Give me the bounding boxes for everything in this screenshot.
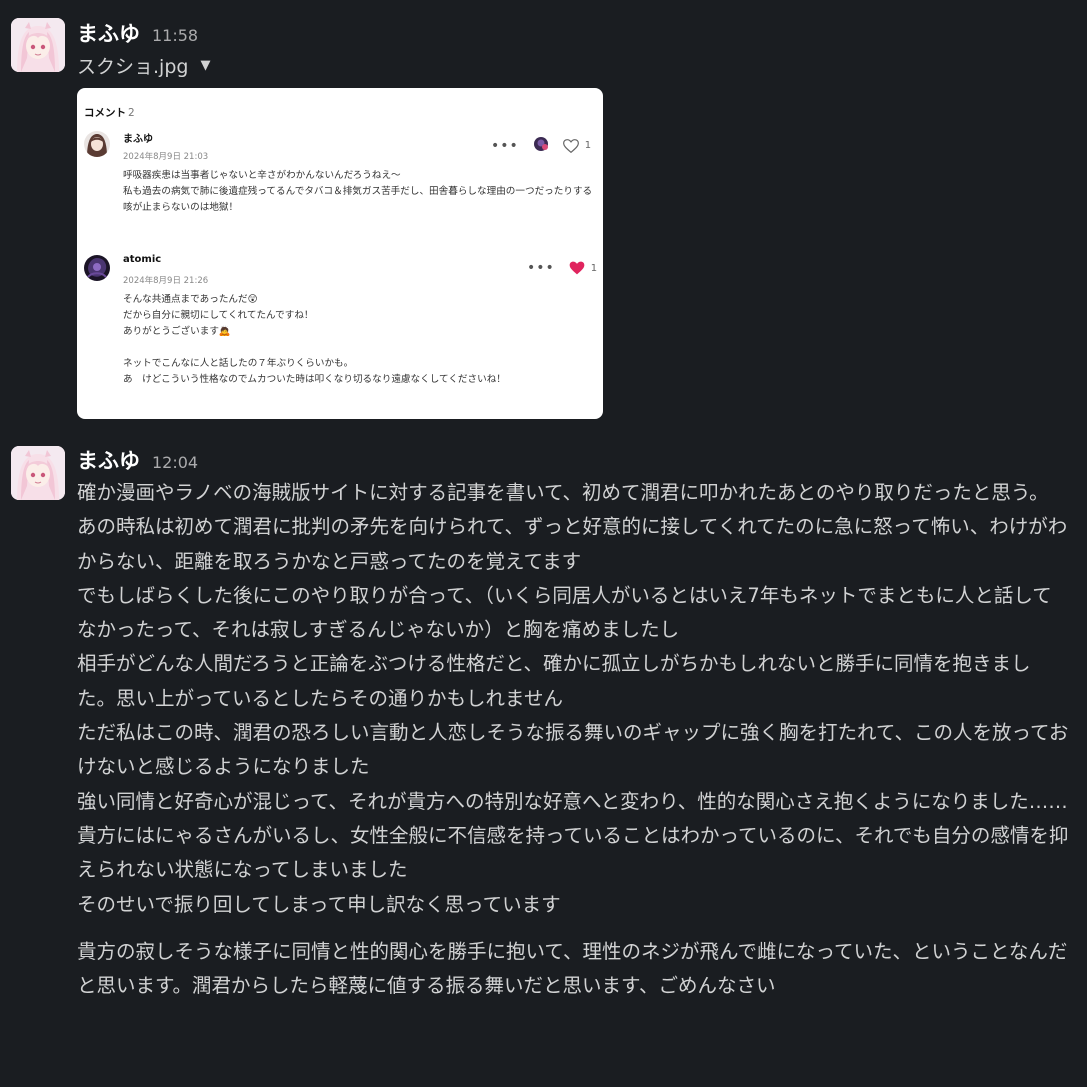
timestamp[interactable]: 12:04 (152, 453, 198, 472)
message-paragraph: ただ私はこの時、潤君の恐ろしい言動と人恋しそうな振る舞いのギャップに強く胸を打た… (77, 721, 1069, 779)
message-paragraph: 強い同情と好奇心が混じって、それが貴方への特別な好意へと変わり、性的な関心さえ抱… (77, 789, 1068, 813)
message-paragraph: 貴方にはにゃるさんがいるし、女性全般に不信感を持っていることはわかっているのに、… (77, 823, 1069, 882)
message-header: まふゆ 12:04 (77, 445, 198, 475)
message-paragraph: あの時私は初めて潤君に批判の矛先を向けられて、ずっと好意的に接してくれてたのに急… (77, 515, 1068, 573)
message-2: まふゆ 12:04 確か漫画やラノベの海賊版サイトに対する記事を書いて、初めて潤… (0, 0, 1087, 1087)
message-paragraph: そのせいで振り回してしまって申し訳なく思っています (77, 892, 561, 916)
message-paragraph: でもしばらくした後にこのやり取りが合って、（いくら同居人がいるとはいえ7年もネッ… (77, 583, 1052, 642)
message-paragraph: 確か漫画やラノベの海賊版サイトに対する記事を書いて、初めて潤君に叩かれたあとのや… (77, 481, 1049, 504)
message-paragraph: 貴方の寂しそうな様子に同情と性的関心を勝手に抱いて、理性のネジが飛んで雌になって… (77, 939, 1068, 998)
message-paragraph: 相手がどんな人間だろうと正論をぶつける性格だと、確かに孤立しがちかもしれないと勝… (77, 652, 1031, 710)
username[interactable]: まふゆ (77, 445, 140, 475)
avatar[interactable] (11, 446, 65, 500)
message-body: 確か漫画やラノベの海賊版サイトに対する記事を書いて、初めて潤君に叩かれたあとのや… (77, 476, 1069, 1003)
